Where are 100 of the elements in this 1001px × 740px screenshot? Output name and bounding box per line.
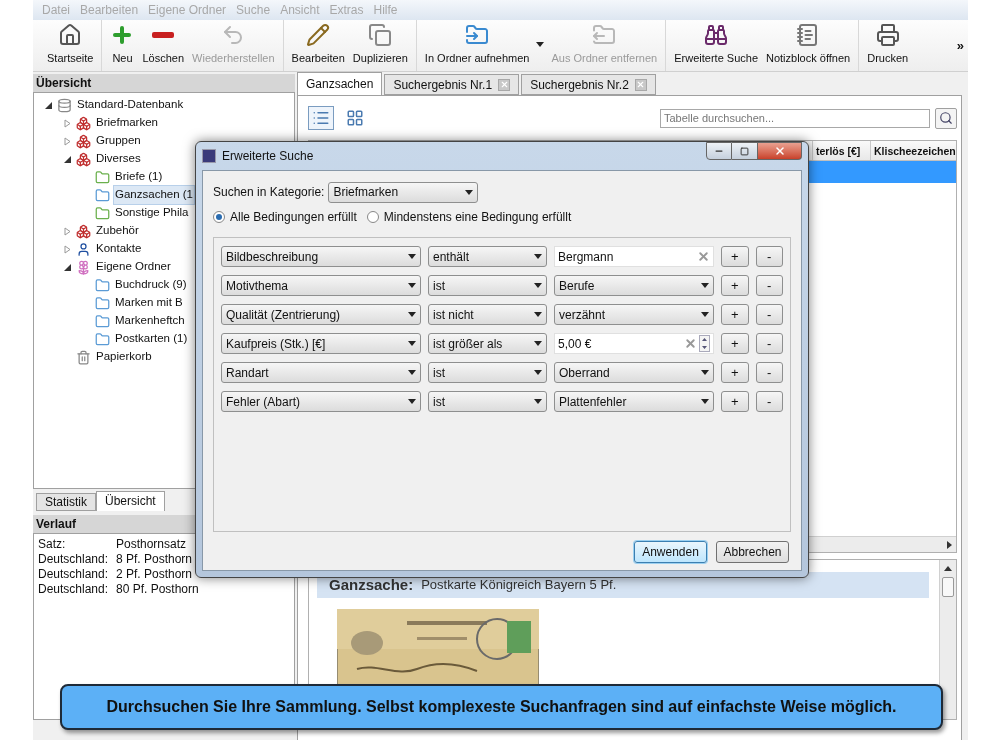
remove-button[interactable]: -: [755, 362, 783, 383]
duplicate-icon: [368, 22, 393, 47]
folder-in-icon: [465, 22, 490, 47]
maximize-button[interactable]: [732, 142, 758, 160]
tree-item[interactable]: Buchdruck (9): [113, 275, 189, 295]
add-button[interactable]: +: [721, 362, 749, 383]
dropdown[interactable]: ist größer als: [428, 333, 547, 354]
caret-icon: [534, 399, 542, 404]
dropdown[interactable]: Bildbeschreibung: [221, 246, 421, 267]
up-arrow-icon[interactable]: [944, 566, 952, 571]
dropdown[interactable]: ist nicht: [428, 304, 547, 325]
tree-item[interactable]: Briefe (1): [113, 167, 165, 187]
radio-button[interactable]: [213, 211, 225, 223]
tab[interactable]: Statistik: [36, 493, 96, 511]
dropdown[interactable]: Oberrand: [554, 362, 714, 383]
caret-icon: [408, 399, 416, 404]
dialog-button[interactable]: Abbrechen: [716, 541, 789, 563]
overflow-button[interactable]: »: [956, 20, 964, 71]
blocks-icon: [76, 115, 91, 131]
expanded-arrow-icon[interactable]: [44, 101, 52, 109]
remove-button[interactable]: -: [755, 333, 783, 354]
dropdown[interactable]: Kaufpreis (Stk.) [€]: [221, 333, 421, 354]
tree-item[interactable]: Zubehör: [94, 221, 141, 241]
dropdown[interactable]: Briefmarken: [328, 181, 479, 203]
remove-button[interactable]: -: [755, 391, 783, 412]
spinner-icon[interactable]: [699, 335, 710, 352]
radio-button[interactable]: [366, 211, 379, 223]
add-button[interactable]: +: [721, 304, 749, 325]
remove-button[interactable]: -: [755, 246, 783, 267]
dropdown[interactable]: enthält: [428, 246, 547, 267]
value-field[interactable]: 5,00 €: [554, 333, 714, 354]
dropdown[interactable]: ist: [428, 362, 547, 383]
close-icon[interactable]: [634, 78, 647, 91]
collapsed-arrow-icon[interactable]: [63, 136, 71, 146]
collapsed-arrow-icon[interactable]: [63, 118, 71, 128]
expanded-arrow-icon[interactable]: [63, 155, 71, 163]
toolbar-button[interactable]: In Ordner aufnehmen: [420, 20, 534, 71]
collapsed-arrow-icon[interactable]: [63, 226, 71, 236]
add-button[interactable]: +: [721, 275, 749, 296]
tree-item[interactable]: Gruppen: [94, 131, 143, 151]
tree-item[interactable]: Ganzsachen (1: [113, 185, 195, 205]
value-field[interactable]: Bergmann: [554, 246, 714, 267]
scrollbar-thumb[interactable]: [942, 577, 954, 597]
search-button[interactable]: [935, 107, 957, 129]
toolbar-button[interactable]: Neu: [106, 20, 139, 71]
collapsed-arrow-icon[interactable]: [63, 244, 71, 254]
dialog-title: Erweiterte Suche: [222, 148, 314, 165]
dropdown[interactable]: ist: [428, 391, 547, 412]
tree-item[interactable]: Eigene Ordner: [94, 257, 173, 277]
toolbar-button[interactable]: Duplizieren: [348, 20, 412, 71]
remove-button[interactable]: -: [755, 275, 783, 296]
add-button[interactable]: +: [721, 333, 749, 354]
tree-item[interactable]: Briefmarken: [94, 113, 160, 133]
dropdown[interactable]: Berufe: [554, 275, 714, 296]
clear-icon[interactable]: [697, 250, 710, 263]
toolbar-button[interactable]: Erweiterte Suche: [670, 20, 762, 71]
close-icon[interactable]: [498, 78, 511, 91]
history-cell: 80 Pf. Posthorn: [116, 582, 199, 597]
dropdown[interactable]: ist: [428, 275, 547, 296]
tab[interactable]: Suchergebnis Nr.1: [384, 74, 520, 95]
dropdown[interactable]: Fehler (Abart): [221, 391, 421, 412]
tree-item[interactable]: Papierkorb: [94, 347, 154, 367]
clear-icon[interactable]: [684, 337, 697, 350]
close-button[interactable]: [758, 142, 802, 160]
tree-item[interactable]: Sonstige Phila: [113, 203, 191, 223]
search-field[interactable]: Tabelle durchsuchen...: [660, 108, 930, 128]
expanded-arrow-icon[interactable]: [63, 263, 71, 271]
tab[interactable]: Suchergebnis Nr.2: [521, 74, 656, 95]
caret-icon: [534, 341, 542, 346]
dropdown[interactable]: Plattenfehler: [554, 391, 714, 412]
toolbar-button[interactable]: Startseite: [43, 20, 98, 71]
dropdown[interactable]: Randart: [221, 362, 421, 383]
caret-icon: [408, 254, 416, 259]
list-view-button[interactable]: [308, 106, 334, 130]
dropdown[interactable]: Motivthema: [221, 275, 421, 296]
minimize-button[interactable]: [706, 142, 732, 160]
right-arrow-icon[interactable]: [947, 540, 952, 549]
remove-button[interactable]: -: [755, 304, 783, 325]
caret-icon: [408, 341, 416, 346]
toolbar-button[interactable]: Bearbeiten: [287, 20, 349, 71]
database-icon: [57, 97, 72, 113]
tree-item[interactable]: Kontakte: [94, 239, 144, 259]
tree-item[interactable]: Marken mit B: [113, 293, 185, 313]
dropdown[interactable]: verzähnt: [554, 304, 714, 325]
add-button[interactable]: +: [721, 391, 749, 412]
tab[interactable]: Ganzsachen: [297, 72, 383, 95]
tree-item[interactable]: Markenheftch: [113, 311, 187, 331]
folder-icon: [95, 277, 110, 293]
tree-item[interactable]: Diverses: [94, 149, 143, 169]
column-header[interactable]: Klischeezeichen: [870, 141, 956, 160]
add-button[interactable]: +: [721, 246, 749, 267]
toolbar-button[interactable]: Löschen: [138, 20, 189, 71]
tree-item[interactable]: Postkarten (1): [113, 329, 190, 349]
tab[interactable]: Übersicht: [96, 491, 165, 511]
dropdown[interactable]: Qualität (Zentrierung): [221, 304, 421, 325]
tree-item[interactable]: Standard-Datenbank: [75, 95, 186, 115]
column-header[interactable]: terlös [€]: [812, 141, 870, 160]
dialog-button[interactable]: Anwenden: [634, 541, 707, 563]
toolbar-button[interactable]: Notizblock öffnen: [762, 20, 855, 71]
toolbar-button[interactable]: Drucken: [863, 20, 913, 71]
